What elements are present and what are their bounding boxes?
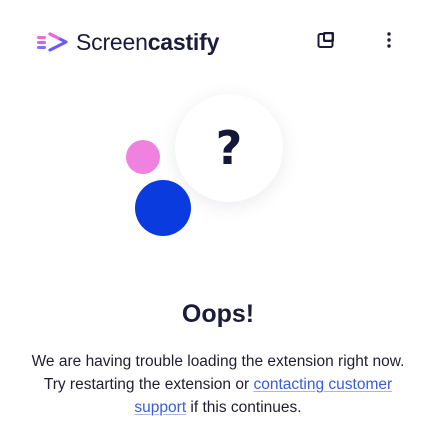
error-illustration: ?	[100, 92, 290, 252]
error-title: Oops!	[181, 300, 255, 328]
screencastify-logo-icon	[37, 32, 68, 52]
brand-name-light: Screen	[76, 28, 148, 55]
header: Screencastify	[0, 0, 436, 82]
pink-dot	[126, 140, 160, 174]
error-message: We are having trouble loading the extens…	[28, 350, 408, 419]
error-message-suffix: if this continues.	[186, 399, 302, 416]
question-mark-icon: ?	[215, 121, 243, 175]
more-options-button[interactable]	[376, 27, 402, 53]
brand: Screencastify	[36, 26, 219, 58]
brand-name-bold: castify	[147, 28, 220, 55]
question-bubble: ?	[175, 94, 283, 202]
open-window-button[interactable]	[313, 27, 339, 53]
window-icon	[317, 32, 334, 48]
blue-dot	[135, 180, 191, 236]
brand-name: Screencastify	[76, 29, 219, 56]
kebab-menu-icon	[387, 32, 391, 48]
